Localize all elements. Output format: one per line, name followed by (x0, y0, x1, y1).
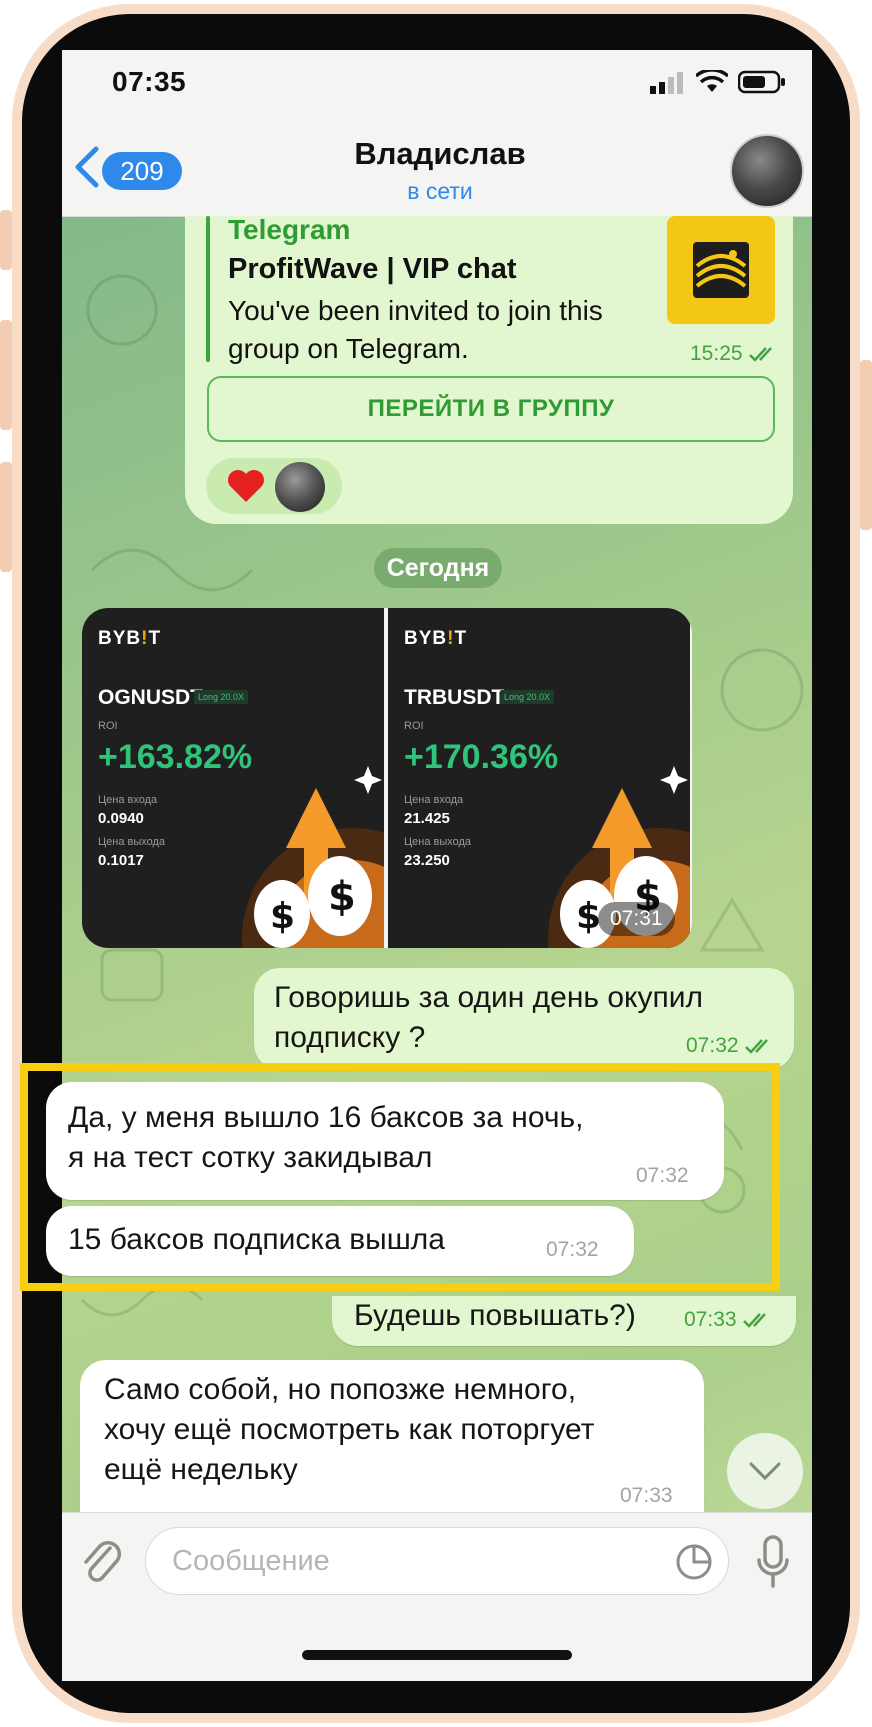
roi-label: ROI (98, 720, 118, 732)
roi-label: ROI (404, 720, 424, 732)
contact-avatar[interactable] (730, 134, 804, 208)
message-text: Говоришь за один день окупил подписку ? (274, 981, 704, 1054)
message-text: Само собой, но попозже немного, хочу ещё … (104, 1373, 595, 1486)
message-text: Да, у меня вышло 16 баксов за ночь, я на … (68, 1101, 584, 1174)
unread-count-badge[interactable]: 209 (102, 152, 182, 190)
link-preview-title: ProfitWave | VIP chat (228, 253, 517, 285)
read-checkmarks-icon (743, 1313, 767, 1329)
join-group-button[interactable]: ПЕРЕЙТИ В ГРУППУ (207, 376, 775, 442)
message-time: 07:33 (620, 1484, 673, 1507)
link-preview-bar (206, 216, 210, 362)
volume-up-button (0, 320, 12, 430)
message-bubble-incoming[interactable]: Само собой, но попозже немного, хочу ещё … (80, 1360, 704, 1512)
bybit-logo: BYB!T (98, 628, 162, 649)
link-preview-site: Telegram (228, 214, 351, 245)
message-bubble-outgoing[interactable]: Будешь повышать?) 07:33 (332, 1296, 796, 1346)
contact-name[interactable]: Владислав (300, 136, 580, 172)
message-time: 07:33 (684, 1308, 772, 1332)
entry-price-label: Цена входа (98, 794, 158, 806)
leverage-tag: Long 20.0X (500, 690, 555, 704)
trade-screenshots[interactable]: BYB!T OGNUSDT Long 20.0X ROI +163.82% Це… (82, 608, 692, 948)
trade-screenshots-time: 07:31 (598, 902, 675, 936)
message-time: 07:32 (546, 1238, 599, 1261)
leverage-tag: Long 20.0X (194, 690, 249, 704)
exit-price-label: Цена выхода (404, 836, 472, 848)
group-thumbnail (667, 216, 775, 324)
bybit-logo: BYB!T (404, 628, 468, 649)
sticker-icon[interactable] (674, 1542, 714, 1582)
trade-card-trbusdt[interactable]: BYB!T TRBUSDT Long 20.0X ROI +170.36% Це… (388, 608, 690, 948)
message-text: Будешь повышать?) (354, 1299, 636, 1332)
scroll-to-bottom-button[interactable] (727, 1433, 803, 1509)
mute-switch (0, 210, 12, 270)
message-input[interactable]: Сообщение (145, 1527, 729, 1595)
trade-pair: OGNUSDT (98, 686, 203, 709)
exit-price-label: Цена выхода (98, 836, 166, 848)
trade-pair: TRBUSDT (404, 686, 505, 709)
svg-text:$: $ (270, 896, 295, 937)
read-checkmarks-icon (749, 347, 773, 363)
money-bags-illustration: $ $ (242, 766, 384, 948)
status-time: 07:35 (112, 66, 187, 97)
message-bubble-incoming[interactable]: Да, у меня вышло 16 баксов за ночь, я на … (46, 1082, 724, 1200)
invite-time: 15:25 (690, 342, 778, 366)
link-preview-description: You've been invited to join this group o… (228, 295, 603, 364)
chevron-down-icon (749, 1462, 781, 1481)
wifi-icon (696, 70, 728, 92)
cellular-signal-icon (650, 72, 683, 94)
exit-price-value: 23.250 (404, 852, 450, 869)
back-chevron-icon[interactable] (70, 145, 102, 189)
entry-price-label: Цена входа (404, 794, 464, 806)
message-bubble-outgoing[interactable]: Говоришь за один день окупил подписку ? 0… (254, 968, 794, 1070)
date-separator: Сегодня (374, 548, 502, 588)
attachment-icon[interactable] (80, 1538, 124, 1588)
heart-reaction-icon (228, 470, 264, 502)
message-text: 15 баксов подписка вышла (68, 1223, 445, 1256)
svg-text:$: $ (328, 874, 356, 920)
trade-card-ognusdt[interactable]: BYB!T OGNUSDT Long 20.0X ROI +163.82% Це… (82, 608, 384, 948)
battery-icon (738, 70, 785, 94)
profitwave-logo-icon (693, 242, 749, 298)
entry-price-value: 21.425 (404, 810, 450, 827)
microphone-icon[interactable] (756, 1534, 790, 1590)
contact-status: в сети (407, 178, 473, 204)
read-checkmarks-icon (745, 1039, 769, 1055)
message-bubble-incoming[interactable]: 15 баксов подписка вышла 07:32 (46, 1206, 634, 1276)
message-time: 07:32 (686, 1034, 774, 1058)
exit-price-value: 0.1017 (98, 852, 144, 869)
message-time: 07:32 (636, 1164, 689, 1187)
reaction-user-avatar (275, 462, 325, 512)
entry-price-value: 0.0940 (98, 810, 144, 827)
home-indicator (302, 1650, 572, 1660)
power-button (860, 360, 872, 530)
volume-down-button (0, 462, 12, 572)
